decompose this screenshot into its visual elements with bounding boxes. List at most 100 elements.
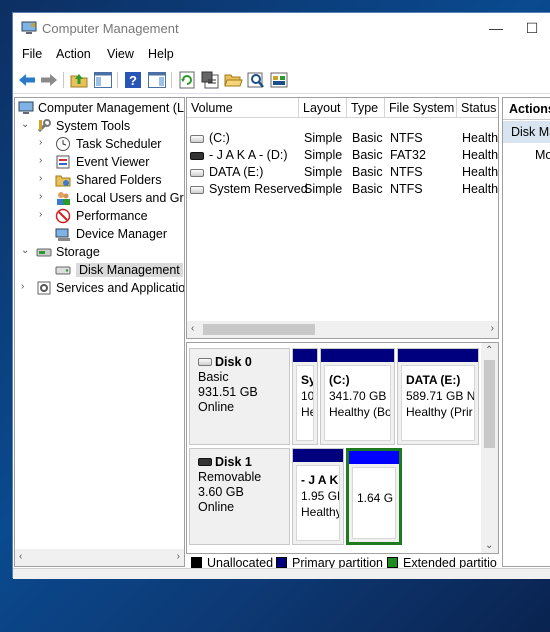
minimize-button[interactable]: — [481, 18, 511, 38]
tree-item-services-and-applications[interactable]: › Services and Applicatio [15, 279, 184, 297]
menu-action[interactable]: Action [56, 47, 91, 61]
volume-status: Health [462, 148, 499, 162]
tree-item-task-scheduler[interactable]: › Task Scheduler [15, 135, 184, 153]
actions-section-disk-management[interactable]: Disk Ma [503, 121, 550, 143]
drive-icon [190, 186, 204, 194]
show-hide-tree-icon[interactable] [93, 70, 113, 90]
partition-free-space[interactable]: 1.64 G [346, 448, 402, 545]
tree-item-performance[interactable]: › Performance [15, 207, 184, 225]
volume-type: Basic [352, 148, 383, 162]
toolbar-separator [63, 72, 64, 88]
legend-swatch [276, 557, 287, 568]
partition-c[interactable]: (C:) 341.70 GB N Healthy (Bo [320, 348, 395, 445]
tree-item-disk-management[interactable]: Disk Management [15, 261, 184, 279]
menu-view[interactable]: View [107, 47, 134, 61]
tree-item-storage[interactable]: ⌄ Storage [15, 243, 184, 261]
refresh-icon[interactable] [177, 70, 197, 90]
properties-icon[interactable] [200, 70, 220, 90]
partition-bar [293, 349, 317, 362]
disk-name: Disk 1 [215, 455, 252, 469]
column-header-volume[interactable]: Volume [187, 98, 299, 118]
tree-item-event-viewer[interactable]: › Event Viewer [15, 153, 184, 171]
performance-icon [55, 208, 71, 224]
drive-icon [190, 152, 204, 160]
disk-1-label[interactable]: Disk 1 Removable 3.60 GB Online [189, 448, 290, 545]
clock-icon [56, 137, 70, 151]
scroll-right-icon[interactable]: › [177, 551, 180, 562]
chevron-right-icon[interactable]: › [39, 191, 49, 202]
scrollbar-thumb[interactable] [484, 360, 495, 448]
partition-body: Sy 10 He [296, 365, 314, 441]
window-title: Computer Management [42, 21, 179, 36]
scroll-left-icon[interactable]: ‹ [19, 551, 22, 562]
chevron-right-icon[interactable]: › [39, 137, 49, 148]
disk-graphical-view: Disk 0 Basic 931.51 GB Online Sy 10 He (… [186, 342, 499, 554]
chevron-down-icon[interactable]: ⌄ [21, 245, 31, 256]
shared-folder-icon [55, 175, 71, 187]
settings-icon[interactable] [269, 70, 289, 90]
table-row[interactable]: (C:) Simple Basic NTFS Health [187, 131, 498, 148]
event-viewer-icon [56, 155, 70, 169]
column-header-type[interactable]: Type [347, 98, 385, 118]
partition-data-e[interactable]: DATA (E:) 589.71 GB N Healthy (Prir [397, 348, 479, 445]
column-header-status[interactable]: Status [457, 98, 498, 118]
disk-type: Removable [198, 470, 262, 484]
tree-horizontal-scrollbar[interactable]: ‹ › [15, 549, 184, 566]
partition-system-reserved[interactable]: Sy 10 He [292, 348, 318, 445]
disk-state: Online [198, 500, 235, 514]
drive-icon [190, 169, 204, 177]
volume-file-system: NTFS [390, 182, 423, 196]
scrollbar-thumb[interactable] [203, 324, 315, 335]
tree-item-shared-folders[interactable]: › Shared Folders [15, 171, 184, 189]
chevron-right-icon[interactable]: › [39, 173, 49, 184]
table-row[interactable]: System Reserved Simple Basic NTFS Health [187, 182, 498, 199]
volume-horizontal-scrollbar[interactable]: ‹ › [187, 321, 498, 338]
partition-body: 1.64 G [352, 467, 396, 539]
forward-icon[interactable] [39, 70, 59, 90]
chevron-down-icon[interactable]: ⌄ [21, 119, 31, 130]
tree-item-label: Task Scheduler [76, 137, 162, 151]
scroll-up-icon[interactable]: ⌃ [485, 345, 493, 356]
maximize-button[interactable]: ☐ [517, 18, 547, 38]
partition-bar [293, 449, 343, 462]
up-folder-icon[interactable] [69, 70, 89, 90]
volume-layout: Simple [304, 182, 343, 196]
show-hide-action-pane-icon[interactable] [147, 70, 167, 90]
toolbar-separator [117, 72, 118, 88]
back-icon[interactable] [17, 70, 37, 90]
tree-item-label: System Tools [56, 119, 131, 133]
disk-0-label[interactable]: Disk 0 Basic 931.51 GB Online [189, 348, 290, 445]
menu-help[interactable]: Help [148, 47, 174, 61]
disk-management-icon [55, 266, 71, 275]
table-row[interactable]: - J A K A - (D:) Simple Basic FAT32 Heal… [187, 148, 499, 165]
chevron-right-icon[interactable]: › [39, 155, 49, 166]
svg-text:?: ? [129, 73, 137, 88]
partition-jaka-d[interactable]: - J A K 1.95 GB Healthy [292, 448, 344, 545]
tree-item-local-users-and-groups[interactable]: › Local Users and Gro [15, 189, 184, 207]
table-row[interactable]: DATA (E:) Simple Basic NTFS Health [187, 165, 498, 182]
chevron-right-icon[interactable]: › [21, 281, 31, 292]
tree-item-device-manager[interactable]: Device Manager [15, 225, 184, 243]
scroll-right-icon[interactable]: › [491, 323, 494, 334]
title-bar[interactable]: Computer Management — ☐ [13, 13, 550, 43]
menu-file[interactable]: File [22, 47, 42, 61]
search-icon[interactable] [246, 70, 266, 90]
partition-status: He [301, 405, 313, 419]
chevron-right-icon[interactable]: › [39, 209, 49, 220]
partition-name: DATA (E:) [406, 373, 461, 387]
open-folder-icon[interactable] [223, 70, 243, 90]
device-manager-icon [55, 228, 70, 241]
scroll-left-icon[interactable]: ‹ [191, 323, 194, 334]
help-icon[interactable]: ? [123, 70, 143, 90]
disk-name: Disk 0 [215, 355, 252, 369]
tree-item-system-tools[interactable]: ⌄ System Tools [15, 117, 184, 135]
actions-more-item[interactable]: Mo [535, 148, 550, 162]
scroll-down-icon[interactable]: ⌄ [485, 540, 493, 551]
volume-layout: Simple [304, 165, 343, 179]
partition-bar [398, 349, 478, 362]
disk-vertical-scrollbar[interactable]: ⌃ ⌄ [481, 343, 498, 553]
disk-type: Basic [198, 370, 229, 384]
column-header-file-system[interactable]: File System [385, 98, 457, 118]
tree-item-computer-management[interactable]: Computer Management (L [15, 99, 184, 117]
column-header-layout[interactable]: Layout [299, 98, 347, 118]
